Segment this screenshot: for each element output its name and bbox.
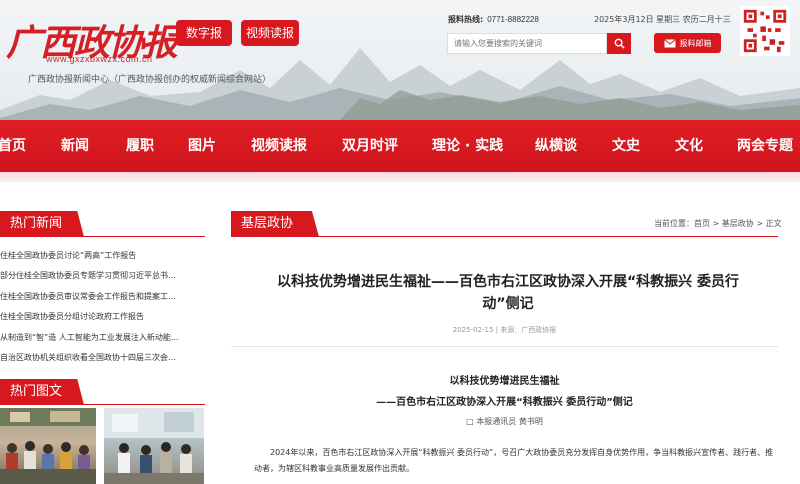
nav-video-reading[interactable]: 视频读报 [251, 120, 307, 172]
hotline-number: 0771-8882228 [487, 15, 539, 24]
hotline: 报料热线: 0771-8882228 [448, 14, 539, 25]
hot-news-item[interactable]: 住桂全国政协委员讨论“两高”工作报告 [0, 250, 205, 264]
digital-paper-button[interactable]: 数字报 [176, 20, 232, 46]
nav-divider [0, 172, 800, 182]
section-underline [231, 236, 778, 237]
nav-two-sessions[interactable]: 两会专题 [737, 120, 793, 172]
article-subtitle-main: 以科技优势增进民生福祉 [449, 376, 560, 387]
nav-duty[interactable]: 履职 [126, 120, 154, 172]
hot-news-item[interactable]: 住桂全国政协委员分组讨论政府工作报告 [0, 311, 205, 325]
article-divider [231, 346, 778, 347]
nav-news[interactable]: 新闻 [61, 120, 89, 172]
nav-home[interactable]: 首页 [0, 120, 26, 172]
hot-news-underline [0, 236, 205, 237]
nav-commentary[interactable]: 纵横谈 [535, 120, 577, 172]
nav-photos[interactable]: 图片 [188, 120, 216, 172]
hot-pic-thumbnail[interactable] [0, 408, 96, 484]
current-date: 2025年3月12日 星期三 农历二月十三 [594, 15, 731, 24]
main-nav: 首页 新闻 履职 图片 视频读报 双月时评 理论 · 实践 纵横谈 文史 文化 … [0, 120, 800, 172]
article-body: 2024年以来，百色市右江区政协深入开展“科教振兴 委员行动”，号召广大政协委员… [254, 448, 774, 473]
hot-pics-underline [0, 404, 205, 405]
search-icon [614, 38, 625, 49]
article-title: 以科技优势增进民生福祉——百色市右江区政协深入开展“科教振兴 委员行动”侧记 [276, 274, 740, 312]
hot-news-item[interactable]: 住桂全国政协委员审议常委会工作报告和提案工... [0, 291, 205, 305]
hot-news-item[interactable]: 从制造到“智”造 人工智能为工业发展注入新动能... [0, 332, 205, 346]
nav-bimonthly-review[interactable]: 双月时评 [342, 120, 398, 172]
nav-theory-practice[interactable]: 理论 · 实践 [432, 120, 503, 172]
report-mail-button[interactable]: 报料邮箱 [654, 33, 721, 53]
site-description: 广西政协报新闻中心（广西政协报创办的权威新闻综合网站） [28, 75, 272, 85]
article-meta: 2025-02-15 | 来源：广西政协报 [452, 326, 557, 334]
nav-culture[interactable]: 文化 [675, 120, 703, 172]
hot-news-title: 热门新闻 [0, 211, 84, 237]
report-mail-label: 报料邮箱 [679, 38, 712, 48]
section-title: 基层政协 [231, 211, 319, 237]
qr-code-icon[interactable] [740, 6, 790, 56]
hot-pics-title: 热门图文 [0, 379, 84, 405]
hot-news-item[interactable]: 自治区政协机关组织收看全国政协十四届三次会... [0, 352, 205, 366]
mail-icon [663, 38, 676, 47]
article-byline: □ 本报通讯员 黄书明 [466, 417, 543, 426]
video-reading-button[interactable]: 视频读报 [241, 20, 299, 46]
photo-meeting-indoor [104, 408, 204, 484]
breadcrumb[interactable]: 当前位置：首页 > 基层政协 > 正文 [654, 218, 782, 229]
hot-news-item[interactable]: 部分住桂全国政协委员专题学习贯彻习近平总书... [0, 270, 205, 284]
hot-pic-thumbnail[interactable] [104, 408, 204, 484]
search-input[interactable] [447, 33, 607, 54]
site-header: 广西政协报 www.gxzxbxwzx.com.cn 广西政协报新闻中心（广西政… [0, 0, 800, 120]
site-url: www.gxzxbxwzx.com.cn [46, 54, 153, 64]
search-button[interactable] [607, 33, 631, 54]
nav-history[interactable]: 文史 [612, 120, 640, 172]
article-subtitle-secondary: ——百色市右江区政协深入开展“科教振兴 委员行动”侧记 [376, 397, 633, 408]
photo-meeting-outdoor [0, 408, 96, 484]
hotline-label: 报料热线: [448, 15, 484, 24]
